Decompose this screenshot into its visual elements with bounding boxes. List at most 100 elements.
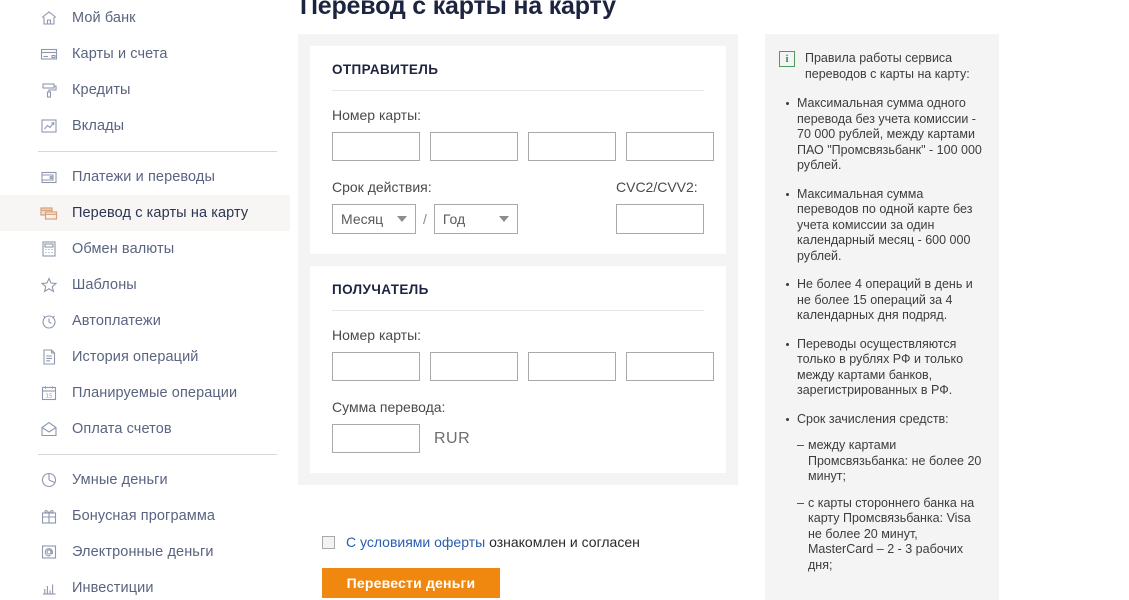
recipient-card-part-4[interactable] [626, 352, 714, 381]
expiry-year-select[interactable]: Год [433, 204, 518, 234]
home-icon [38, 7, 60, 29]
chart-line-icon [38, 115, 60, 137]
expiry-block: Срок действия: Месяц / Год [332, 179, 616, 234]
sidebar-item-investments[interactable]: Инвестиции [0, 570, 290, 600]
sender-card-part-4[interactable] [626, 132, 714, 161]
alarm-clock-icon [38, 310, 60, 332]
expiry-month-select[interactable]: Месяц [332, 204, 416, 234]
currency-label: RUR [434, 429, 471, 447]
cvc-input[interactable] [616, 204, 704, 234]
at-sign-icon [38, 541, 60, 563]
sidebar-item-my-bank[interactable]: Мой банк [0, 0, 290, 36]
recipient-card: ПОЛУЧАТЕЛЬ Номер карты: Сумма перевода: … [310, 266, 726, 473]
offer-agreement-checkbox[interactable] [322, 535, 335, 549]
sidebar-item-smart-money[interactable]: Умные деньги [0, 462, 290, 498]
recipient-card-part-2[interactable] [430, 352, 518, 381]
sidebar-item-electronic-money[interactable]: Электронные деньги [0, 534, 290, 570]
sidebar-item-card-to-card-transfer[interactable]: Перевод с карты на карту [0, 195, 290, 231]
info-rule-text: Переводы осуществляются только в рублях … [797, 336, 964, 398]
info-subrules-list: между картами Промсвязьбанка: не более 2… [797, 438, 983, 573]
expiry-label: Срок действия: [332, 179, 432, 195]
expiry-year-value: Год [442, 211, 466, 227]
info-rule-item: Максимальная сумма одного перевода без у… [786, 96, 983, 174]
sender-card-number-label: Номер карты: [332, 107, 422, 123]
recipient-heading: ПОЛУЧАТЕЛЬ [332, 282, 704, 311]
sidebar-item-label: Оплата счетов [72, 421, 172, 437]
sidebar-item-label: Электронные деньги [72, 544, 214, 560]
offer-terms-link[interactable]: С условиями оферты [346, 534, 485, 550]
sidebar-item-autopayments[interactable]: Автоплатежи [0, 303, 290, 339]
recipient-card-part-1[interactable] [332, 352, 420, 381]
sender-card-part-2[interactable] [430, 132, 518, 161]
sidebar-group-accounts: Мой банк Карты и счета Кредиты Вклады [0, 0, 290, 144]
recipient-card-number-group [332, 352, 714, 381]
bar-chart-icon [38, 577, 60, 599]
document-icon [38, 346, 60, 368]
info-rule-item: Не более 4 операций в день и не более 15… [786, 277, 983, 324]
sender-card-number-group [332, 132, 714, 161]
amount-label: Сумма перевода: [332, 399, 446, 415]
gift-icon [38, 505, 60, 527]
sidebar-item-payments-transfers[interactable]: Платежи и переводы [0, 159, 290, 195]
sidebar-group-payments: Платежи и переводы Перевод с карты на ка… [0, 159, 290, 447]
star-icon [38, 274, 60, 296]
sidebar-item-label: История операций [72, 349, 199, 365]
recipient-card-number-label: Номер карты: [332, 327, 422, 343]
sidebar-item-label: Вклады [72, 118, 125, 134]
expiry-month-value: Месяц [341, 211, 384, 227]
calendar-icon: 15 [38, 382, 60, 404]
sender-card: ОТПРАВИТЕЛЬ Номер карты: Срок действия: … [310, 46, 726, 254]
sidebar-item-label: Инвестиции [72, 580, 154, 596]
amount-block: Сумма перевода: RUR [332, 399, 704, 453]
info-panel-header: i Правила работы сервиса переводов с кар… [779, 50, 983, 82]
sidebar-item-bonus-program[interactable]: Бонусная программа [0, 498, 290, 534]
sidebar-item-label: Планируемые операции [72, 385, 238, 401]
info-rule-text: Срок зачисления средств: [797, 411, 949, 426]
sidebar-divider [38, 454, 277, 455]
sidebar-item-label: Обмен валюты [72, 241, 175, 257]
sender-card-part-1[interactable] [332, 132, 420, 161]
info-icon: i [779, 51, 795, 67]
info-rule-item: Переводы осуществляются только в рублях … [786, 336, 983, 399]
sender-heading: ОТПРАВИТЕЛЬ [332, 62, 704, 91]
sidebar-item-credits[interactable]: Кредиты [0, 72, 290, 108]
recipient-card-part-3[interactable] [528, 352, 616, 381]
calculator-icon [38, 238, 60, 260]
agreement-rest-text: ознакомлен и согласен [485, 534, 640, 550]
sidebar-item-label: Кредиты [72, 82, 131, 98]
sidebar-item-label: Мой банк [72, 10, 136, 26]
info-rule-text: Максимальная сумма одного перевода без у… [797, 96, 982, 172]
sidebar: Мой банк Карты и счета Кредиты Вклады Пл… [0, 0, 290, 600]
agreement-row: С условиями оферты ознакомлен и согласен [322, 534, 640, 550]
main-content: Перевод с карты на карту ОТПРАВИТЕЛЬ Ном… [296, 0, 740, 600]
sidebar-item-planned-operations[interactable]: 15 Планируемые операции [0, 375, 290, 411]
sidebar-item-label: Шаблоны [72, 277, 137, 293]
app-root: Мой банк Карты и счета Кредиты Вклады Пл… [0, 0, 1129, 600]
pie-chart-icon [38, 469, 60, 491]
sidebar-item-label: Умные деньги [72, 472, 168, 488]
sidebar-item-cards-accounts[interactable]: Карты и счета [0, 36, 290, 72]
expiry-separator: / [423, 211, 427, 227]
card-icon [38, 43, 60, 65]
cvc-label: CVC2/CVV2: [616, 179, 698, 195]
sidebar-item-operation-history[interactable]: История операций [0, 339, 290, 375]
sidebar-item-bill-payment[interactable]: Оплата счетов [0, 411, 290, 447]
sidebar-item-label: Перевод с карты на карту [72, 205, 249, 221]
sidebar-group-extras: Умные деньги Бонусная программа Электрон… [0, 462, 290, 600]
svg-text:15: 15 [46, 393, 53, 399]
sender-card-part-3[interactable] [528, 132, 616, 161]
sidebar-item-templates[interactable]: Шаблоны [0, 267, 290, 303]
cvc-block: CVC2/CVV2: [616, 179, 704, 234]
transfer-money-button[interactable]: Перевести деньги [322, 568, 500, 598]
info-panel: i Правила работы сервиса переводов с кар… [765, 34, 999, 600]
chevron-down-icon [397, 216, 407, 222]
sidebar-item-label: Платежи и переводы [72, 169, 215, 185]
card-transfer-icon [38, 202, 60, 224]
sidebar-item-deposits[interactable]: Вклады [0, 108, 290, 144]
amount-input[interactable] [332, 424, 420, 453]
agreement-text: С условиями оферты ознакомлен и согласен [346, 534, 640, 550]
info-rules-list: Максимальная сумма одного перевода без у… [779, 96, 983, 573]
info-subrule-item: с карты стороннего банка на карту Промсв… [797, 496, 983, 574]
sidebar-item-currency-exchange[interactable]: Обмен валюты [0, 231, 290, 267]
info-panel-heading: Правила работы сервиса переводов с карты… [805, 51, 970, 81]
